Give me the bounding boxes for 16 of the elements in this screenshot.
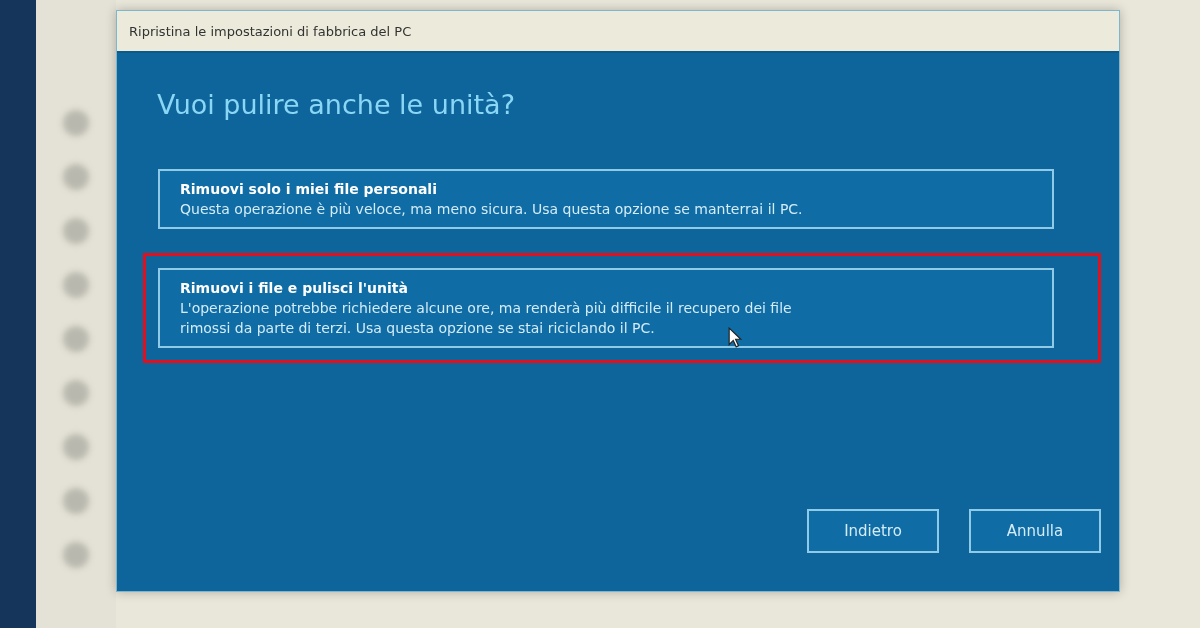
dialog-button[interactable]: Annulla — [969, 509, 1101, 553]
blurred-icon — [63, 434, 89, 460]
mouse-pointer-icon — [728, 327, 742, 348]
blurred-icon — [63, 542, 89, 568]
window-title: Ripristina le impostazioni di fabbrica del PC — [129, 23, 412, 39]
option-button[interactable]: Rimuovi i file e pulisci l'unità L'operazione potrebbe richiedere alcune ore, ma renderà più difficile il recupero dei file rimossi da parte di terzi. Usa questa opzione se stai riciclando il PC. — [158, 268, 1054, 348]
blurred-icon — [63, 272, 89, 298]
dialog-heading: Vuoi pulire anche le unità? — [157, 89, 516, 120]
blurred-icon — [63, 110, 89, 136]
blurred-icon — [63, 488, 89, 514]
dialog-button[interactable]: Indietro — [807, 509, 939, 553]
blurred-icon — [63, 164, 89, 190]
blurred-icon — [63, 218, 89, 244]
option-button[interactable]: Rimuovi solo i miei file personali Questa operazione è più veloce, ma meno sicura. Usa questa opzione se manterrai il PC. — [158, 169, 1054, 229]
blurred-icon — [63, 326, 89, 352]
blurred-icon — [63, 380, 89, 406]
